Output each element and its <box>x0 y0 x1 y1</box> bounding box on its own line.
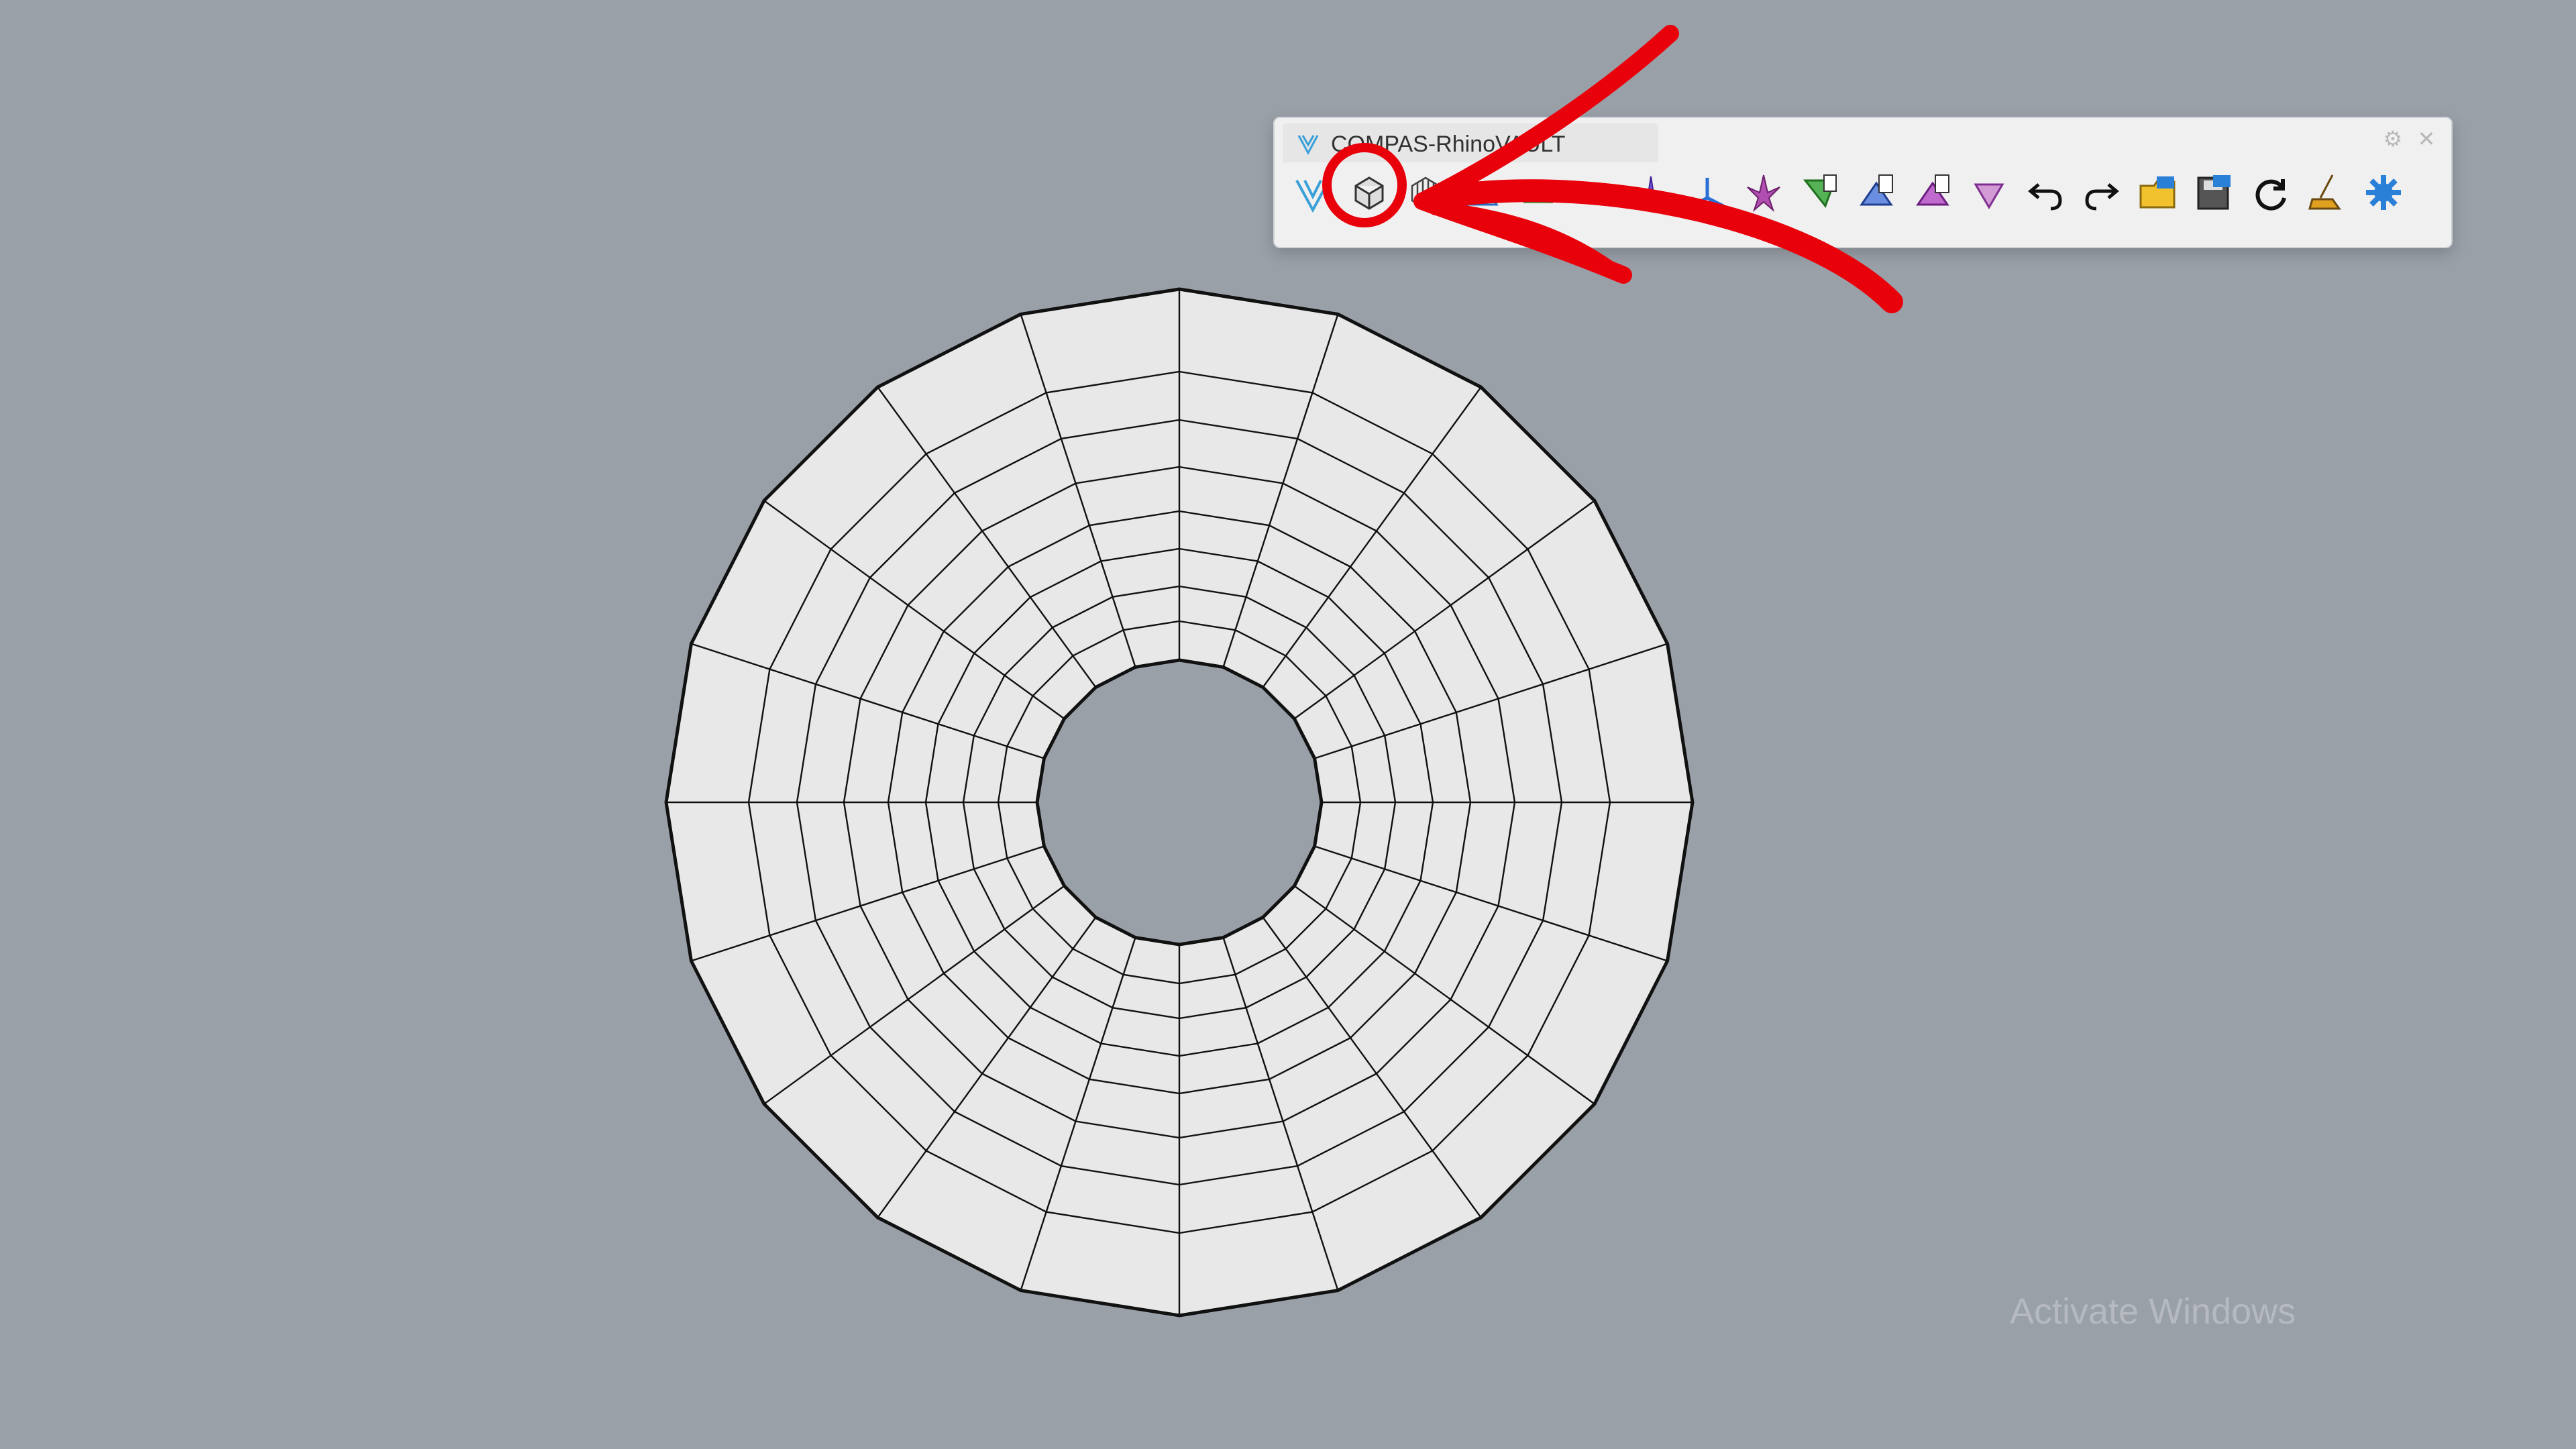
tool-button-open-rv-file[interactable] <box>2132 164 2184 221</box>
toolbar-title: COMPAS-RhinoVAULT <box>1331 131 1566 157</box>
tool-button-form-from-mesh[interactable] <box>1343 164 1395 221</box>
vertical-equilibrium-icon <box>1803 174 1837 209</box>
rhinovault-tab-icon <box>1297 135 1319 156</box>
reload-icon <box>2255 179 2286 211</box>
settings-gear-icon <box>2366 175 2401 210</box>
tool-button-vertical-equilibrium[interactable] <box>1794 164 1846 221</box>
horizontal-equilibrium-icon <box>1747 174 1780 213</box>
tool-button-supports[interactable] <box>1512 164 1564 221</box>
modify-force-icon <box>1916 174 1949 206</box>
tool-button-form-diagram[interactable] <box>1568 164 1621 221</box>
toolbar-tab[interactable]: COMPAS-RhinoVAULT <box>1283 123 1658 162</box>
form-from-mesh-icon <box>1354 176 1384 210</box>
form-from-lines-icon <box>1411 176 1440 210</box>
tool-button-form-from-lines[interactable] <box>1399 164 1452 221</box>
tool-button-settings-gear[interactable] <box>2357 164 2410 221</box>
tool-button-undo[interactable] <box>2019 164 2072 221</box>
open-rv-file-icon <box>2139 176 2176 209</box>
tool-button-thrust-diagram[interactable] <box>1625 164 1677 221</box>
activate-windows-watermark: Activate Windows <box>2010 1291 2296 1332</box>
tool-button-rhinovault-logo[interactable] <box>1287 164 1339 221</box>
undo-icon <box>2028 183 2062 211</box>
tool-button-modify-thrust[interactable] <box>1963 164 2015 221</box>
tool-button-modify-force[interactable] <box>1907 164 1959 221</box>
tool-button-boundary[interactable] <box>1456 164 1508 221</box>
thrust-diagram-icon <box>1633 176 1669 211</box>
tool-button-redo[interactable] <box>2076 164 2128 221</box>
supports-icon <box>1523 184 1553 203</box>
rhinovault-logo-icon <box>1295 180 1330 213</box>
tool-button-force-diagram[interactable] <box>1681 164 1733 221</box>
clear-icon <box>2308 174 2341 210</box>
tool-button-clear[interactable] <box>2301 164 2353 221</box>
toolbar-settings-button[interactable]: ⚙ <box>2381 127 2404 150</box>
modify-thrust-icon <box>1974 183 2004 209</box>
mesh-inner-boundary <box>1035 658 1324 947</box>
tool-button-reload[interactable] <box>2245 164 2297 221</box>
tool-button-save-rv-file[interactable] <box>2188 164 2241 221</box>
save-rv-file-icon <box>2197 175 2231 210</box>
force-diagram-icon <box>1690 178 1725 208</box>
compas-rhinovault-toolbar: COMPAS-RhinoVAULT ⚙ ✕ <box>1273 117 2453 248</box>
form-diagram-icon <box>1576 186 1613 205</box>
tool-button-horizontal-equilibrium[interactable] <box>1737 164 1790 221</box>
toolbar-close-button[interactable]: ✕ <box>2415 127 2438 150</box>
tool-button-modify-form[interactable] <box>1850 164 1902 221</box>
boundary-icon <box>1465 189 1499 206</box>
mesh-ring-edge <box>997 620 1362 985</box>
tool-buttons-row <box>1287 162 2410 223</box>
modify-form-icon <box>1860 174 1893 206</box>
redo-icon <box>2085 183 2119 211</box>
